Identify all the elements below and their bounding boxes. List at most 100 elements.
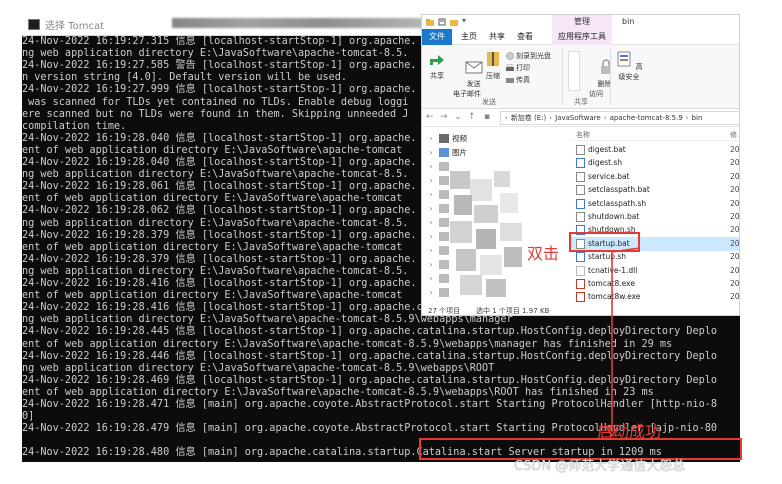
new-folder-icon[interactable]	[450, 18, 458, 26]
console-line: n version string [4.0]. Default version …	[22, 72, 348, 84]
file-row[interactable]: tomcat8.exe 20	[570, 277, 739, 291]
startup-highlight-box	[569, 232, 640, 252]
chevron-right-icon[interactable]: ›	[426, 288, 436, 297]
qa-dropdown-icon[interactable]: ▾	[462, 16, 466, 25]
breadcrumb-drive[interactable]: 新加卷 (E:)	[511, 113, 546, 123]
console-line: ent of web application directory E:\Java…	[22, 338, 673, 350]
chevron-right-icon[interactable]: ›	[426, 176, 436, 185]
up-icon[interactable]: ↑	[468, 112, 476, 122]
chevron-right-icon[interactable]: ›	[426, 190, 436, 199]
tab-file[interactable]: 文件	[422, 29, 452, 45]
console-line: ng web application directory E:\JavaSoft…	[22, 217, 409, 229]
console-line: ent of web application directory E:\Java…	[22, 241, 403, 253]
exe-file-icon	[576, 292, 585, 303]
chevron-right-icon[interactable]: ›	[426, 218, 436, 227]
nav-item[interactable]: › 图片	[422, 145, 562, 159]
breadcrumb-bin[interactable]: bin	[692, 114, 703, 122]
file-explorer-window[interactable]: ▾ 管理 bin 文件 主页 共享 查看 应用程序工具 共享 发送 电子邮件 压…	[421, 14, 740, 316]
console-line: 24-Nov-2022 16:19:28.040 信息 [localhost-s…	[22, 157, 417, 168]
console-line: ent of web application directory E:\Java…	[22, 290, 403, 302]
file-row[interactable]: shutdown.bat 20	[570, 210, 739, 224]
folder-location-icon: ▪	[484, 112, 491, 122]
ribbon-separator	[562, 49, 563, 105]
console-line: 24-Nov-2022 16:19:28.379 信息 [localhost-s…	[22, 253, 417, 265]
manage-context-tab[interactable]: 管理	[552, 15, 612, 29]
file-row[interactable]: digest.bat 20	[570, 143, 740, 157]
burn-disc-button[interactable]: 刻录到光盘	[506, 51, 551, 61]
send-email-button[interactable]: 发送 电子邮件	[452, 51, 483, 107]
tab-application-tools[interactable]: 应用程序工具	[552, 29, 612, 45]
file-row[interactable]: digest.sh 20	[570, 156, 739, 170]
navigation-pane: › 视频 › 图片 › › › › › › › › › ›	[422, 127, 562, 303]
file-name: digest.bat	[588, 145, 626, 154]
ribbon-separator	[610, 49, 611, 105]
advanced-security-button[interactable]: 高级安全	[612, 51, 646, 82]
console-line: 24-Nov-2022 16:19:28.446 信息 [localhost-s…	[22, 350, 718, 362]
print-button[interactable]: 打印	[506, 63, 530, 73]
nav-item[interactable]: › 视频	[422, 131, 562, 145]
file-row[interactable]: tomcat8w.exe 20	[570, 290, 739, 303]
console-line: 24-Nov-2022 16:19:28.379 信息 [localhost-s…	[22, 229, 417, 241]
properties-icon[interactable]	[438, 18, 446, 26]
column-name[interactable]: 名称	[576, 130, 590, 140]
forward-icon[interactable]: →	[440, 112, 448, 122]
breadcrumb-tomcat[interactable]: apache-tomcat-8.5.9	[610, 114, 683, 122]
file-date: 20	[730, 145, 740, 154]
console-line: compilation time.	[22, 120, 127, 132]
file-row[interactable]: startup.sh 20	[570, 250, 740, 264]
breadcrumb-javasoftware[interactable]: JavaSoftware	[555, 114, 601, 122]
console-line: ent of web application directory E:\Java…	[22, 193, 403, 205]
tab-share[interactable]: 共享	[484, 29, 510, 45]
tab-home[interactable]: 主页	[456, 29, 482, 45]
group-send-label: 发送	[482, 98, 496, 106]
address-bar: ← → ⌄ ↑ ▪ ‹ 新加卷 (E:) › JavaSoftware › ap…	[422, 109, 739, 127]
console-line: was scanned for TLDs yet contained no TL…	[22, 96, 409, 108]
email-icon	[465, 61, 483, 74]
csdn-watermark: CSDN @师范大学通信大怨总	[514, 459, 686, 474]
file-row[interactable]: setclasspath.bat 20	[570, 183, 740, 197]
chevron-right-icon[interactable]: ›	[426, 148, 436, 157]
chevron-right-icon[interactable]: ›	[426, 260, 436, 269]
sh-file-icon	[576, 158, 585, 169]
file-name: setclasspath.bat	[588, 185, 650, 195]
status-selection: 选中 1 个项目 1.97 KB	[476, 307, 550, 315]
tab-view[interactable]: 查看	[512, 29, 538, 45]
share-button[interactable]: 共享	[426, 51, 448, 81]
exe-file-icon	[576, 279, 585, 289]
console-line: 24-Nov-2022 16:19:28.061 信息 [localhost-s…	[22, 181, 417, 193]
chevron-right-icon[interactable]: ›	[426, 274, 436, 283]
chevron-right-icon[interactable]: ›	[426, 162, 436, 171]
console-line: ng web application directory E:\JavaSoft…	[22, 265, 409, 277]
status-bar: 27 个项目 选中 1 个项目 1.97 KB	[422, 303, 739, 315]
quick-access-toolbar: ▾ 管理 bin	[422, 15, 739, 29]
file-row[interactable]: setclasspath.sh 20	[570, 197, 739, 211]
chevron-right-icon[interactable]: ›	[426, 204, 436, 213]
back-icon[interactable]: ←	[426, 112, 434, 122]
console-line: 24-Nov-2022 16:19:28.469 信息 [localhost-s…	[22, 374, 718, 386]
file-row[interactable]: service.bat 20	[570, 170, 739, 184]
fax-button[interactable]: 传真	[506, 75, 530, 85]
file-date: 20	[730, 238, 740, 248]
disc-icon	[506, 52, 514, 60]
picture-folder-icon	[439, 147, 449, 157]
zip-button[interactable]: 压缩	[482, 51, 504, 81]
chevron-right-icon[interactable]: ›	[426, 134, 436, 143]
file-date: 20	[730, 252, 740, 262]
sh-file-icon	[576, 252, 585, 263]
console-line: 24-Nov-2022 16:19:28.471 信息 [main] org.a…	[22, 399, 718, 410]
column-date[interactable]: 修	[730, 130, 737, 140]
address-path[interactable]: ‹ 新加卷 (E:) › JavaSoftware › apache-tomca…	[500, 111, 739, 125]
folder-icon	[439, 189, 449, 199]
chevron-right-icon[interactable]: ›	[426, 246, 436, 255]
sh-file-icon	[576, 198, 585, 209]
chevron-right-icon[interactable]: ›	[426, 232, 436, 241]
file-date: 20	[730, 185, 740, 195]
file-row[interactable]: tcnative-1.dll 20	[570, 264, 739, 278]
recent-dropdown-icon[interactable]: ⌄	[454, 112, 462, 122]
ribbon-share-panel: 共享 发送 电子邮件 压缩 刻录到光盘 打印 传真 发送 删除 访问 共享 高级…	[422, 45, 739, 109]
startup-success-label: 启动成功	[597, 422, 662, 441]
share-with-list[interactable]	[568, 51, 580, 91]
file-name: setclasspath.sh	[588, 198, 647, 208]
zip-icon	[487, 52, 499, 66]
folder-icon	[439, 259, 449, 269]
